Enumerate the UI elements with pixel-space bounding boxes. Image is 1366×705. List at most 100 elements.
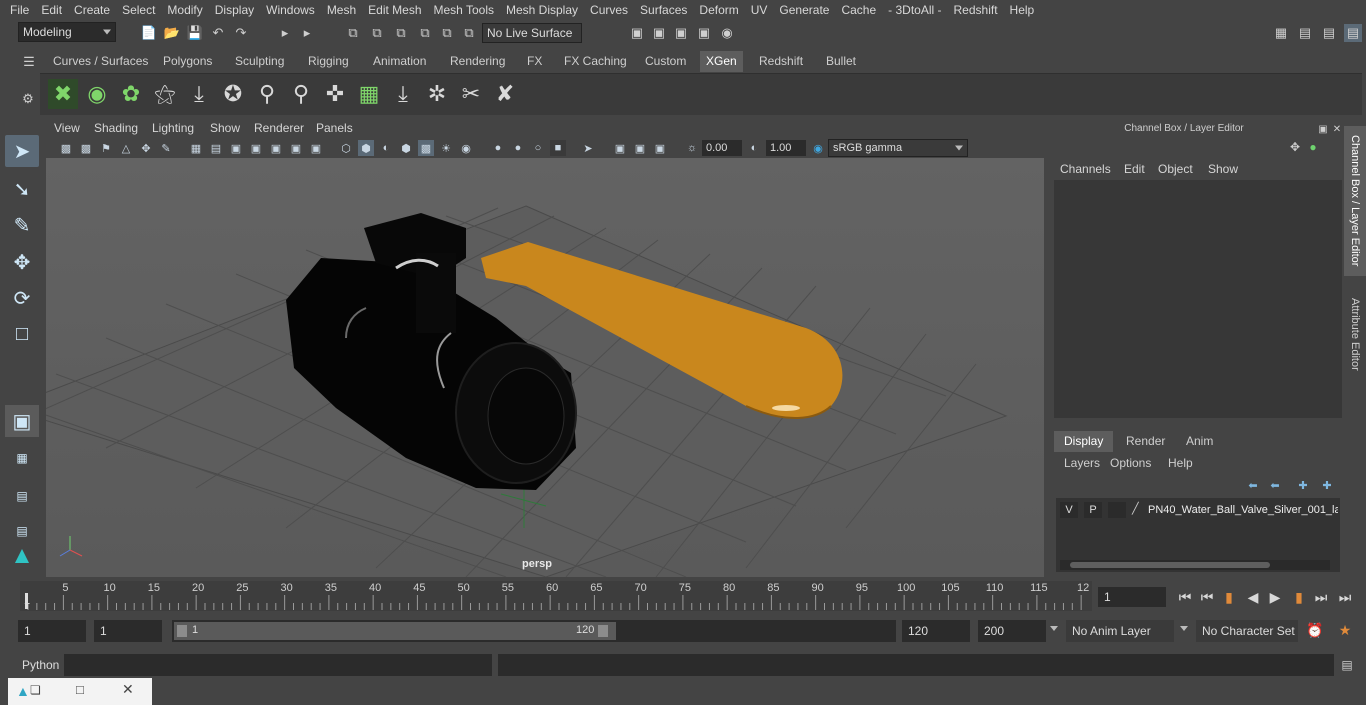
- redo-icon[interactable]: ↷: [232, 24, 250, 42]
- panel-menu-shading[interactable]: Shading: [94, 121, 138, 135]
- anim-layer-dropdown-arrow[interactable]: [1050, 626, 1058, 631]
- panel-menu-view[interactable]: View: [54, 121, 80, 135]
- hypershade-icon[interactable]: ◉: [718, 24, 736, 42]
- menu-redshift[interactable]: Redshift: [948, 3, 1004, 17]
- channel-box-toggle-icon[interactable]: ▤: [1344, 24, 1362, 42]
- color-space-dropdown[interactable]: sRGB gamma: [828, 139, 968, 157]
- perspective-viewport[interactable]: persp: [46, 158, 1044, 577]
- camera-attributes-icon[interactable]: ▩: [78, 140, 94, 156]
- xgen-fx-icon[interactable]: ✘: [490, 79, 520, 109]
- four-view-layout-icon[interactable]: ▦: [5, 442, 39, 474]
- menu-display[interactable]: Display: [209, 3, 260, 17]
- lasso-tool-icon[interactable]: ➘: [5, 173, 39, 205]
- gamma-icon[interactable]: ◐: [746, 140, 762, 156]
- layer-display-type-toggle[interactable]: [1108, 502, 1126, 518]
- rotate-tool-icon[interactable]: ⟳: [5, 282, 39, 314]
- range-end-grip[interactable]: [598, 625, 608, 637]
- move-tool-icon[interactable]: ✥: [5, 246, 39, 278]
- menu-curves[interactable]: Curves: [584, 3, 634, 17]
- gate-mask-icon[interactable]: ▣: [248, 140, 264, 156]
- menu-mesh-display[interactable]: Mesh Display: [500, 3, 584, 17]
- tab-fx-caching[interactable]: FX Caching: [558, 51, 633, 72]
- channel-menu-object[interactable]: Object: [1158, 162, 1193, 176]
- animation-preferences-icon[interactable]: ★: [1336, 621, 1354, 639]
- tool-settings-toggle-icon[interactable]: ▤: [1320, 24, 1338, 42]
- layer-menu-layers[interactable]: Layers: [1064, 456, 1100, 470]
- film-gate-icon[interactable]: ▤: [208, 140, 224, 156]
- menu-cache[interactable]: Cache: [835, 3, 882, 17]
- snap-projected-icon[interactable]: ⧉: [416, 24, 434, 42]
- wireframe-on-shaded-icon[interactable]: ◐: [378, 140, 394, 156]
- time-slider[interactable]: 1 5 10 15 20 25 30 35 40 45 50 55 60 65 70 75 80 85 90 95 1…: [20, 581, 1092, 611]
- new-layer-selected-icon[interactable]: ✚: [1318, 476, 1336, 494]
- image-plane-icon[interactable]: △: [118, 140, 134, 156]
- smooth-shade-icon[interactable]: ⬢: [358, 140, 374, 156]
- start-time-field[interactable]: 1: [18, 620, 86, 642]
- layer-visibility-toggle[interactable]: V: [1060, 502, 1078, 518]
- wireframe-icon[interactable]: ⬡: [338, 140, 354, 156]
- menu-mesh[interactable]: Mesh: [321, 3, 362, 17]
- tab-rigging[interactable]: Rigging: [302, 51, 355, 72]
- grease-pencil-icon[interactable]: ✎: [158, 140, 174, 156]
- step-back-key-icon[interactable]: ⏮: [1196, 586, 1218, 608]
- xgen-editor-icon[interactable]: ✖: [48, 79, 78, 109]
- current-frame-field[interactable]: 1: [1098, 587, 1166, 607]
- snap-view-icon[interactable]: ⧉: [438, 24, 456, 42]
- tab-redshift[interactable]: Redshift: [753, 51, 809, 72]
- resolution-gate-icon[interactable]: ▣: [228, 140, 244, 156]
- new-scene-icon[interactable]: 📄: [140, 24, 158, 42]
- playback-end-field[interactable]: 120: [902, 620, 970, 642]
- ipr-render-icon[interactable]: ▣: [672, 24, 690, 42]
- tab-rendering[interactable]: Rendering: [444, 51, 511, 72]
- depth-of-field-icon[interactable]: ○: [530, 140, 546, 156]
- step-back-frame-icon[interactable]: ▮: [1218, 586, 1240, 608]
- panel-menu-renderer[interactable]: Renderer: [254, 121, 304, 135]
- menu-select[interactable]: Select: [116, 3, 161, 17]
- move-layer-up-icon[interactable]: ⬅: [1244, 476, 1262, 494]
- layer-name[interactable]: PN40_Water_Ball_Valve_Silver_001_layer: [1148, 502, 1338, 518]
- render-frame-icon[interactable]: ▣: [650, 24, 668, 42]
- camera-select-icon[interactable]: ▩: [58, 140, 74, 156]
- side-tab-attribute-editor[interactable]: Attribute Editor: [1344, 286, 1366, 382]
- layer-menu-options[interactable]: Options: [1110, 456, 1151, 470]
- channel-box-axis-icon[interactable]: ✥: [1286, 138, 1304, 156]
- layer-tab-display[interactable]: Display: [1054, 431, 1114, 452]
- save-scene-icon[interactable]: 💾: [186, 24, 204, 42]
- exposure-field[interactable]: 0.00: [702, 140, 742, 156]
- go-to-end-icon[interactable]: ⏭: [1334, 586, 1356, 608]
- grid-toggle-icon[interactable]: ▦: [188, 140, 204, 156]
- layer-color-icon[interactable]: ╱: [1132, 502, 1146, 518]
- menu-modify[interactable]: Modify: [161, 3, 208, 17]
- playback-start-field[interactable]: 1: [94, 620, 162, 642]
- character-set-field[interactable]: No Character Set: [1196, 620, 1298, 642]
- paint-select-tool-icon[interactable]: ✎: [5, 209, 39, 241]
- character-set-dropdown-arrow[interactable]: [1180, 626, 1188, 631]
- tab-xgen[interactable]: XGen: [700, 51, 743, 72]
- step-forward-key-icon[interactable]: ⏭: [1310, 586, 1332, 608]
- script-editor-icon[interactable]: ▤: [1338, 656, 1356, 674]
- live-surface-field[interactable]: No Live Surface: [482, 23, 582, 43]
- render-view-icon[interactable]: ▣: [695, 24, 713, 42]
- use-all-lights-icon[interactable]: ▩: [418, 140, 434, 156]
- select-tool-icon[interactable]: ➤: [5, 135, 39, 167]
- tab-curves-surfaces[interactable]: Curves / Surfaces: [47, 51, 154, 72]
- range-start-grip[interactable]: [177, 625, 187, 637]
- panel-menu-show[interactable]: Show: [210, 121, 240, 135]
- window-close-icon[interactable]: ✕: [122, 681, 138, 697]
- channel-menu-show[interactable]: Show: [1208, 162, 1238, 176]
- menu-file[interactable]: File: [4, 3, 35, 17]
- step-forward-frame-icon[interactable]: ▮: [1288, 586, 1310, 608]
- bookmark-icon[interactable]: ⚑: [98, 140, 114, 156]
- auto-key-icon[interactable]: ⏰: [1306, 621, 1324, 639]
- undo-icon[interactable]: ↶: [209, 24, 227, 42]
- backface-culling-icon[interactable]: ▣: [652, 140, 668, 156]
- xgen-select-icon[interactable]: ⚲: [252, 79, 282, 109]
- new-layer-icon[interactable]: ✚: [1294, 476, 1312, 494]
- panel-menu-lighting[interactable]: Lighting: [152, 121, 194, 135]
- modeling-toolkit-icon[interactable]: ▦: [1272, 24, 1290, 42]
- snap-point-icon[interactable]: ⧉: [392, 24, 410, 42]
- shelf-menu-icon[interactable]: ☰: [20, 53, 38, 71]
- menu-uv[interactable]: UV: [745, 3, 774, 17]
- tab-fx[interactable]: FX: [521, 51, 548, 72]
- menu-create[interactable]: Create: [68, 3, 116, 17]
